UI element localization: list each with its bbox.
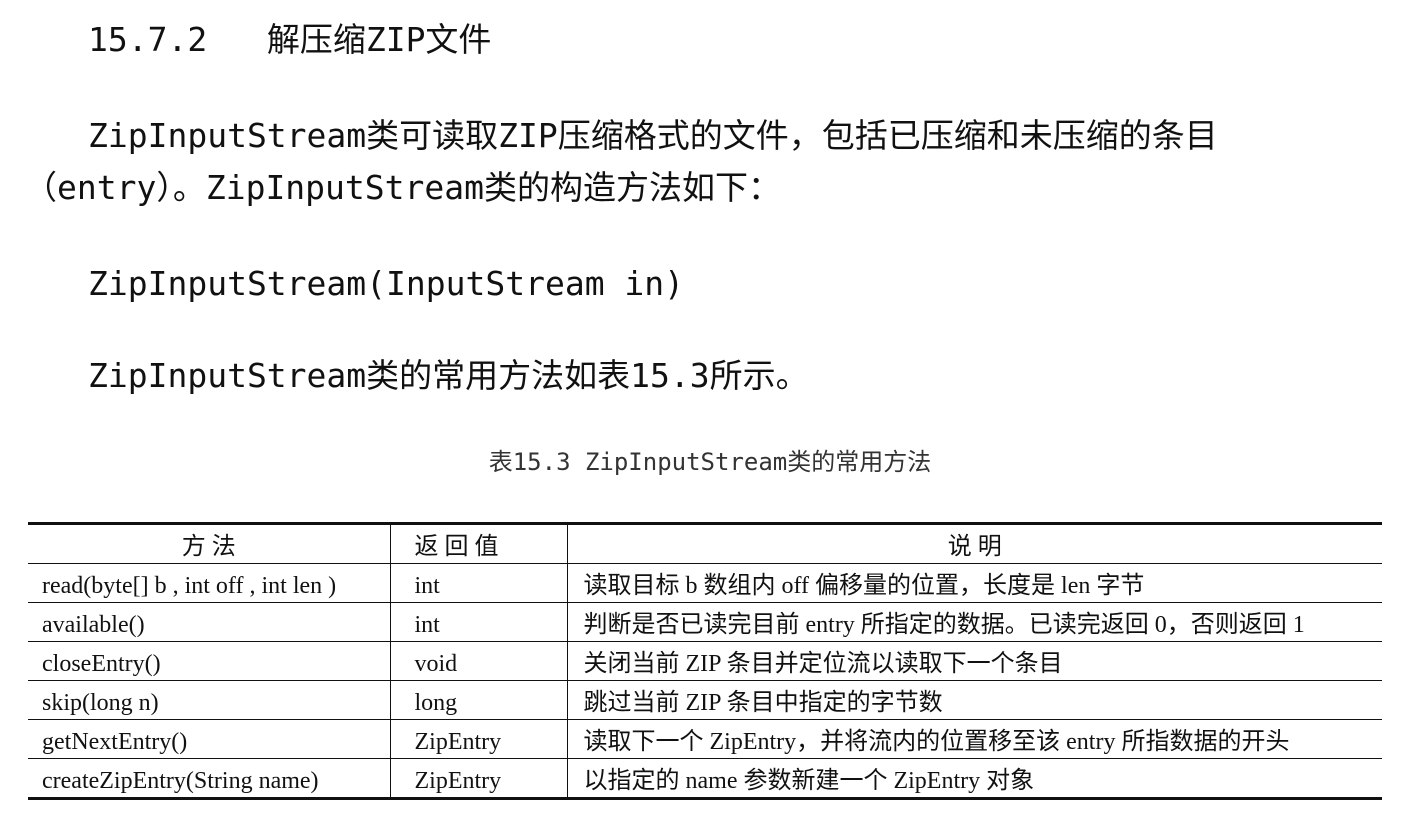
description-cell: 跳过当前 ZIP 条目中指定的字节数 (566, 680, 1382, 720)
return-cell: void (389, 641, 567, 681)
return-cell: long (389, 680, 567, 720)
intro-paragraph: ZipInputStream类可读取ZIP压缩格式的文件，包括已压缩和未压缩的条… (24, 110, 1364, 214)
table-row: closeEntry() void 关闭当前 ZIP 条目并定位流以读取下一个条… (28, 641, 1382, 681)
header-method: 方 法 (28, 522, 390, 564)
method-cell: createZipEntry(String name) (28, 758, 390, 800)
table-row: read(byte[] b , int off , int len ) int … (28, 563, 1382, 603)
table-header-row: 方 法 返 回 值 说 明 (28, 522, 1382, 564)
return-cell: int (389, 602, 567, 642)
section-heading: 15.7.2 解压缩ZIP文件 (88, 18, 491, 62)
method-cell: closeEntry() (28, 641, 390, 681)
method-cell: skip(long n) (28, 680, 390, 720)
description-cell: 关闭当前 ZIP 条目并定位流以读取下一个条目 (566, 641, 1382, 681)
intro-paragraph-text: ZipInputStream类可读取ZIP压缩格式的文件，包括已压缩和未压缩的条… (24, 116, 1218, 207)
table-row: available() int 判断是否已读完目前 entry 所指定的数据。已… (28, 602, 1382, 642)
method-cell: available() (28, 602, 390, 642)
header-return-value: 返 回 值 (389, 522, 567, 564)
table-caption: 表15.3 ZipInputStream类的常用方法 (488, 448, 932, 476)
methods-intro-paragraph: ZipInputStream类的常用方法如表15.3所示。 (88, 356, 809, 395)
section-title: 解压缩ZIP文件 (266, 20, 492, 59)
methods-table: 方 法 返 回 值 说 明 read(byte[] b , int off , … (28, 522, 1382, 800)
return-cell: int (389, 563, 567, 603)
description-cell: 以指定的 name 参数新建一个 ZipEntry 对象 (566, 758, 1382, 800)
table-row: createZipEntry(String name) ZipEntry 以指定… (28, 758, 1382, 800)
table-row: skip(long n) long 跳过当前 ZIP 条目中指定的字节数 (28, 680, 1382, 720)
return-cell: ZipEntry (389, 719, 567, 759)
description-cell: 读取目标 b 数组内 off 偏移量的位置，长度是 len 字节 (566, 563, 1382, 603)
header-description: 说 明 (566, 522, 1382, 564)
table-row: getNextEntry() ZipEntry 读取下一个 ZipEntry，并… (28, 719, 1382, 759)
return-cell: ZipEntry (389, 758, 567, 800)
method-cell: read(byte[] b , int off , int len ) (28, 563, 390, 603)
method-cell: getNextEntry() (28, 719, 390, 759)
description-cell: 读取下一个 ZipEntry，并将流内的位置移至该 entry 所指数据的开头 (566, 719, 1382, 759)
description-cell: 判断是否已读完目前 entry 所指定的数据。已读完返回 0，否则返回 1 (566, 602, 1382, 642)
section-number: 15.7.2 (88, 20, 208, 59)
constructor-signature: ZipInputStream(InputStream in) (88, 264, 685, 303)
